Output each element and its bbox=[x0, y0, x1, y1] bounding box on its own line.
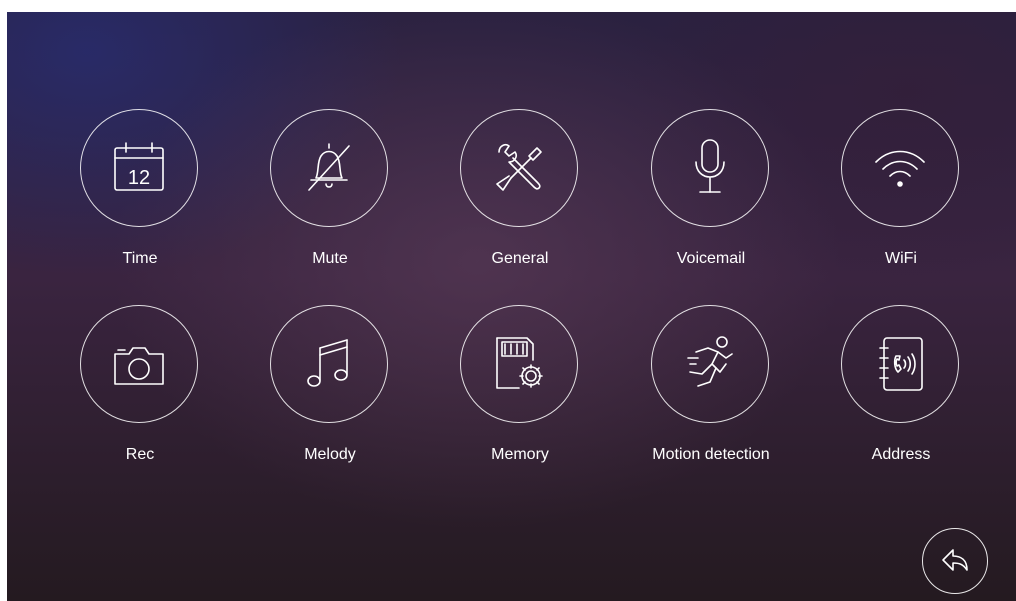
menu-label: General bbox=[491, 250, 549, 267]
bell-off-icon bbox=[308, 143, 350, 191]
menu-label: Motion detection bbox=[652, 446, 770, 463]
menu-label: WiFi bbox=[885, 250, 917, 267]
calendar-day: 12 bbox=[128, 167, 150, 189]
icon-ring bbox=[841, 109, 959, 227]
menu-label: Time bbox=[122, 250, 158, 267]
menu-item-address[interactable]: Address bbox=[821, 305, 981, 485]
camera-icon bbox=[114, 347, 164, 385]
icon-ring bbox=[651, 305, 769, 423]
icon-ring bbox=[80, 305, 198, 423]
back-button[interactable] bbox=[922, 528, 988, 594]
menu-item-wifi[interactable]: WiFi bbox=[821, 109, 981, 289]
menu-item-general[interactable]: General bbox=[440, 109, 600, 289]
menu-label: Voicemail bbox=[676, 250, 746, 267]
back-arrow-icon bbox=[942, 549, 968, 571]
menu-item-motion-detection[interactable]: Motion detection bbox=[631, 305, 791, 485]
icon-ring bbox=[270, 109, 388, 227]
icon-ring: 12 bbox=[80, 109, 198, 227]
address-book-icon bbox=[879, 337, 923, 391]
tools-icon bbox=[496, 144, 542, 191]
menu-item-memory[interactable]: Memory bbox=[440, 305, 600, 485]
running-person-icon bbox=[687, 336, 733, 387]
menu-label: Memory bbox=[491, 446, 549, 463]
menu-label: Mute bbox=[312, 250, 348, 267]
icon-ring bbox=[841, 305, 959, 423]
microphone-icon bbox=[695, 139, 725, 193]
menu-item-time[interactable]: 12 Time bbox=[60, 109, 220, 289]
menu-item-voicemail[interactable]: Voicemail bbox=[631, 109, 791, 289]
menu-label: Melody bbox=[304, 446, 356, 463]
calendar-icon: 12 bbox=[114, 142, 164, 191]
icon-ring bbox=[270, 305, 388, 423]
menu-label: Address bbox=[871, 446, 931, 463]
menu-label: Rec bbox=[125, 446, 155, 463]
music-note-icon bbox=[307, 339, 348, 387]
menu-item-rec[interactable]: Rec bbox=[60, 305, 220, 485]
icon-ring bbox=[460, 305, 578, 423]
wifi-icon bbox=[875, 150, 925, 187]
settings-screen: 12 Time Mute General Voicemail WiFi Rec … bbox=[7, 12, 1016, 601]
settings-menu-grid: 12 Time Mute General Voicemail WiFi Rec … bbox=[7, 12, 1016, 601]
icon-ring bbox=[651, 109, 769, 227]
menu-item-mute[interactable]: Mute bbox=[250, 109, 410, 289]
menu-item-melody[interactable]: Melody bbox=[250, 305, 410, 485]
sd-card-settings-icon bbox=[496, 337, 543, 389]
icon-ring bbox=[460, 109, 578, 227]
